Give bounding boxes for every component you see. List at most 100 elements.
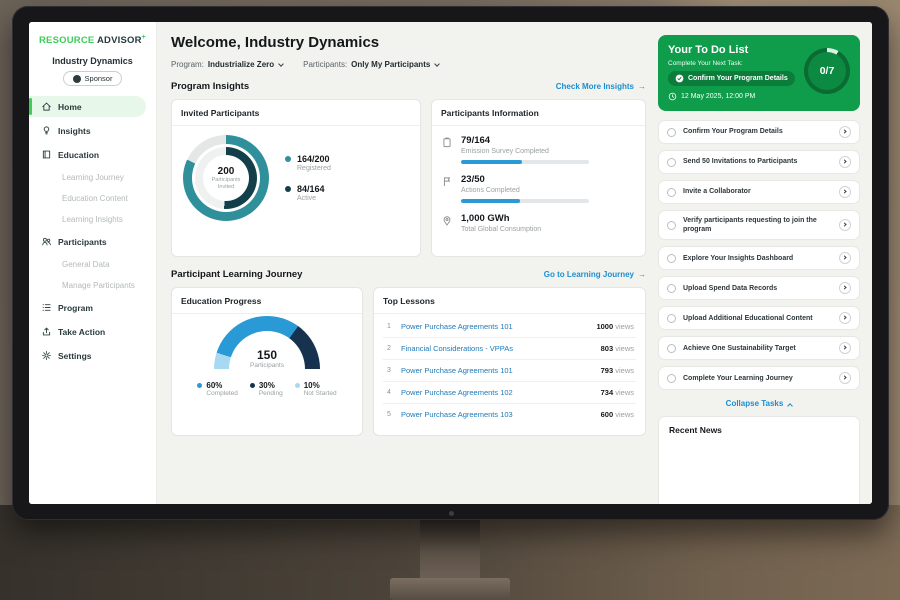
page-title: Welcome, Industry Dynamics (171, 34, 646, 51)
chevron-right-icon (842, 315, 846, 319)
content-area: Welcome, Industry Dynamics Program: Indu… (157, 22, 872, 504)
card-title: Invited Participants (172, 100, 420, 126)
lesson-link[interactable]: Power Purchase Agreements 102 (401, 388, 593, 397)
sidebar-item-learning-journey[interactable]: Learning Journey (29, 168, 156, 186)
lesson-link[interactable]: Financial Considerations - VPPAs (401, 344, 593, 353)
card-title: Participants Information (432, 100, 645, 126)
lesson-row: 1 Power Purchase Agreements 101 1000 vie… (383, 316, 636, 338)
sidebar-item-learning-insights[interactable]: Learning Insights (29, 210, 156, 228)
sidebar-item-education-content[interactable]: Education Content (29, 189, 156, 207)
task-row[interactable]: Verify participants requesting to join t… (658, 210, 860, 240)
task-chevron-button[interactable] (839, 282, 851, 294)
task-row[interactable]: Upload Spend Data Records (658, 276, 860, 300)
main-column: Welcome, Industry Dynamics Program: Indu… (157, 22, 656, 504)
gauge-center: 150 Participants (214, 349, 320, 369)
task-row[interactable]: Complete Your Learning Journey (658, 366, 860, 390)
program-dropdown-label: Program: (171, 60, 204, 69)
lesson-link[interactable]: Power Purchase Agreements 101 (401, 322, 588, 331)
task-checkbox[interactable] (667, 344, 676, 353)
chevron-right-icon (842, 285, 846, 289)
section-title: Program Insights (171, 81, 249, 92)
sidebar-item-insights[interactable]: Insights (29, 120, 156, 141)
task-row[interactable]: Invite a Collaborator (658, 180, 860, 204)
recent-news-title: Recent News (669, 425, 722, 435)
monitor-bezel: RESOURCE ADVISOR+ Industry Dynamics Spon… (12, 6, 889, 520)
sponsor-badge[interactable]: Sponsor (63, 71, 123, 86)
sidebar-item-settings[interactable]: Settings (29, 345, 156, 366)
sidebar-item-general-data[interactable]: General Data (29, 255, 156, 273)
sidebar-item-take-action[interactable]: Take Action (29, 321, 156, 342)
lesson-link[interactable]: Power Purchase Agreements 101 (401, 366, 593, 375)
sidebar-item-label: Insights (58, 126, 91, 136)
sidebar-item-home[interactable]: Home (29, 96, 146, 117)
invited-participants-donut-chart: 200 Participants Invited (183, 135, 269, 221)
sponsor-label: Sponsor (85, 74, 113, 83)
donut-legend: 164/200 Registered 84/164 Active (285, 154, 331, 202)
task-checkbox[interactable] (667, 188, 676, 197)
section-title: Participant Learning Journey (171, 269, 302, 280)
program-dropdown[interactable]: Program: Industrialize Zero (171, 60, 283, 69)
book-icon (41, 149, 52, 160)
task-checkbox[interactable] (667, 314, 676, 323)
learning-journey-section-header: Participant Learning Journey Go to Learn… (171, 269, 646, 280)
donut-center-label: Participants Invited (207, 177, 245, 191)
sponsor-icon (73, 75, 81, 83)
sidebar-item-program[interactable]: Program (29, 297, 156, 318)
next-task-pill[interactable]: Confirm Your Program Details (668, 71, 795, 86)
task-chevron-button[interactable] (839, 156, 851, 168)
sidebar-item-education[interactable]: Education (29, 144, 156, 165)
actions-completed-progress-bar (461, 199, 589, 203)
sidebar-item-label: Program (58, 303, 93, 313)
go-to-learning-journey-link[interactable]: Go to Learning Journey → (544, 270, 646, 279)
task-chevron-button[interactable] (839, 342, 851, 354)
legend-item-active: 84/164 Active (285, 184, 331, 202)
task-row[interactable]: Achieve One Sustainability Target (658, 336, 860, 360)
task-checkbox[interactable] (667, 254, 676, 263)
sidebar-item-participants[interactable]: Participants (29, 231, 156, 252)
legend-dot-icon (285, 186, 291, 192)
task-row[interactable]: Confirm Your Program Details (658, 120, 860, 144)
task-chevron-button[interactable] (839, 219, 851, 231)
todo-progress-ring: 0/7 (804, 48, 850, 94)
task-row[interactable]: Upload Additional Educational Content (658, 306, 860, 330)
task-checkbox[interactable] (667, 221, 676, 230)
todo-progress-value: 0/7 (808, 52, 846, 90)
task-row[interactable]: Explore Your Insights Dashboard (658, 246, 860, 270)
task-row[interactable]: Send 50 Invitations to Participants (658, 150, 860, 174)
location-pin-icon (441, 214, 453, 227)
monitor-stand-base (390, 578, 510, 600)
task-checkbox[interactable] (667, 374, 676, 383)
legend-item-completed: 60% Completed (197, 381, 237, 397)
task-chevron-button[interactable] (839, 252, 851, 264)
task-chevron-button[interactable] (839, 186, 851, 198)
legend-item-registered: 164/200 Registered (285, 154, 331, 172)
people-icon (41, 236, 52, 247)
stat-emission-survey: 79/164 Emission Survey Completed (441, 135, 636, 164)
legend-dot-icon (285, 156, 291, 162)
sidebar-item-label: Learning Insights (62, 215, 123, 224)
filter-bar: Program: Industrialize Zero Participants… (171, 60, 646, 69)
task-checkbox[interactable] (667, 158, 676, 167)
app-logo: RESOURCE ADVISOR+ (29, 32, 156, 52)
card-title: Top Lessons (374, 288, 645, 314)
lesson-row: 2 Financial Considerations - VPPAs 803 v… (383, 338, 636, 360)
task-chevron-button[interactable] (839, 372, 851, 384)
stat-global-consumption: 1,000 GWh Total Global Consumption (441, 213, 636, 233)
task-checkbox[interactable] (667, 128, 676, 137)
task-chevron-button[interactable] (839, 126, 851, 138)
legend-dot-icon (295, 383, 300, 388)
top-lessons-card: Top Lessons 1 Power Purchase Agreements … (373, 287, 646, 436)
task-chevron-button[interactable] (839, 312, 851, 324)
legend-dot-icon (250, 383, 255, 388)
collapse-tasks-link[interactable]: Collapse Tasks (658, 399, 860, 408)
participants-dropdown-label: Participants: (303, 60, 347, 69)
sidebar-item-manage-participants[interactable]: Manage Participants (29, 276, 156, 294)
lesson-row: 4 Power Purchase Agreements 102 734 view… (383, 382, 636, 404)
logo-part1: RESOURCE (39, 35, 94, 46)
lesson-link[interactable]: Power Purchase Agreements 103 (401, 410, 593, 419)
emission-survey-progress-bar (461, 160, 589, 164)
check-more-insights-link[interactable]: Check More Insights → (556, 82, 646, 91)
task-checkbox[interactable] (667, 284, 676, 293)
participants-dropdown[interactable]: Participants: Only My Participants (303, 60, 439, 69)
program-dropdown-value: Industrialize Zero (208, 60, 274, 69)
